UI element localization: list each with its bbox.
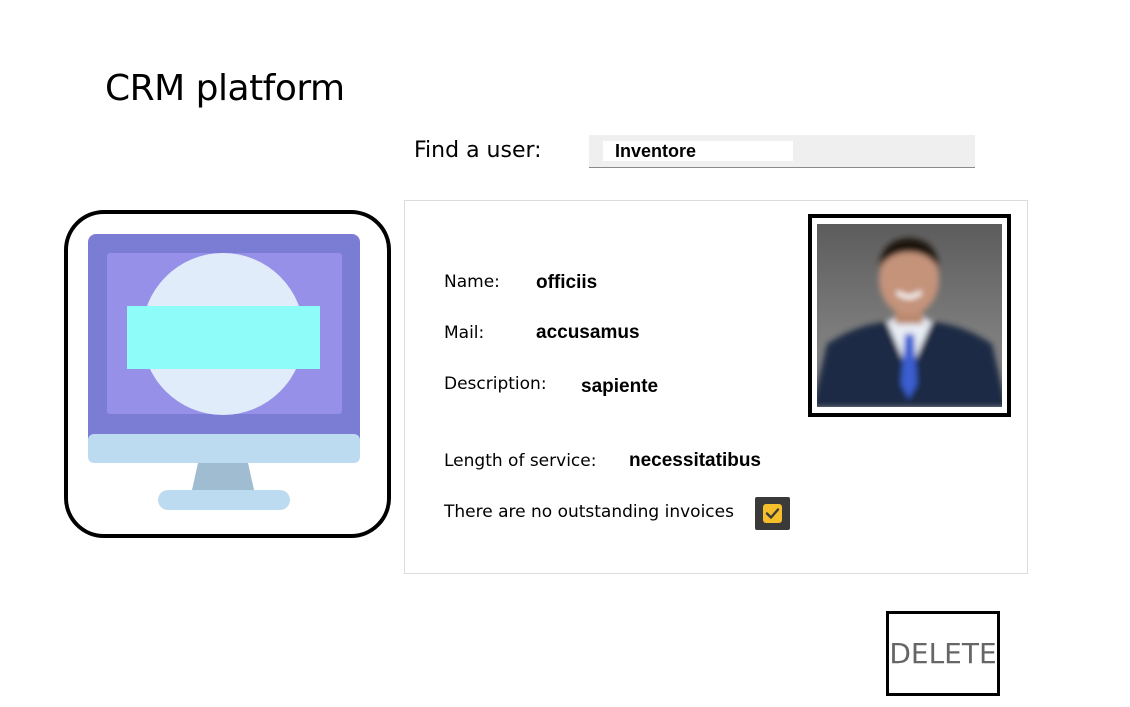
mail-label: Mail:: [444, 323, 485, 343]
user-search-input[interactable]: Inventore: [589, 135, 975, 168]
description-label: Description:: [444, 374, 547, 394]
description-value: sapiente: [581, 376, 659, 397]
user-photo: [817, 224, 1002, 407]
invoices-label: There are no outstanding invoices: [444, 502, 734, 522]
name-value: officiis: [536, 272, 598, 293]
delete-button[interactable]: DELETE: [886, 611, 1000, 696]
mail-value: accusamus: [536, 322, 640, 343]
user-photo-frame: [808, 214, 1011, 417]
app-title: CRM platform: [105, 68, 345, 109]
service-length-label: Length of service:: [444, 451, 597, 471]
search-label: Find a user:: [414, 138, 542, 163]
service-length-value: necessitatibus: [629, 450, 761, 471]
user-details-card: Name: officiis Mail: accusamus Descripti…: [404, 200, 1028, 574]
search-input-value[interactable]: Inventore: [603, 141, 793, 161]
check-icon: [763, 504, 782, 523]
invoices-checkbox[interactable]: [755, 497, 790, 530]
monitor-illustration-card: [64, 210, 391, 538]
desktop-monitor-icon: [88, 234, 360, 510]
name-label: Name:: [444, 272, 500, 292]
